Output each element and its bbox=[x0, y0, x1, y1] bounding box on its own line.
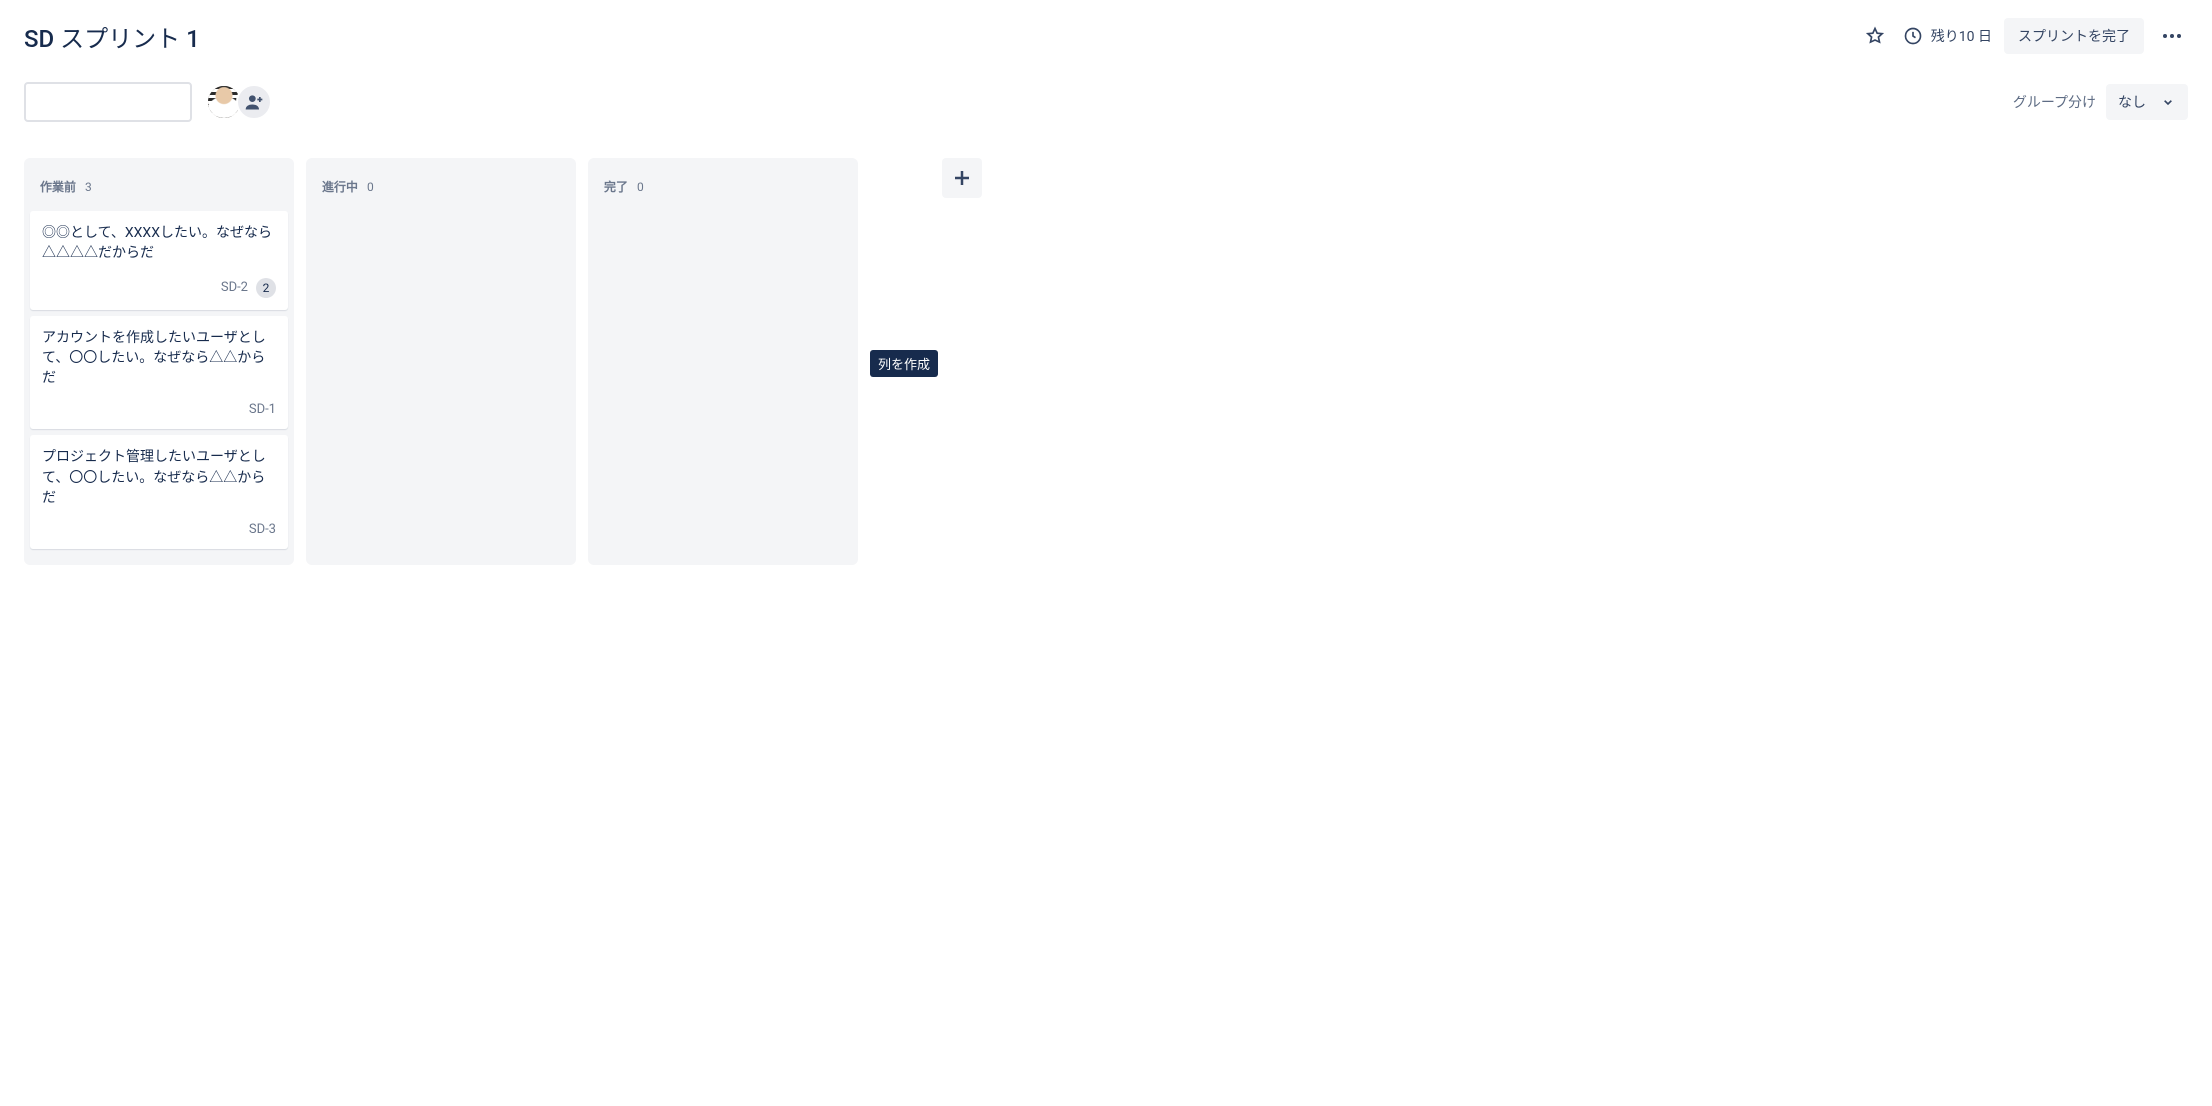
estimate-badge: 2 bbox=[256, 278, 276, 298]
column-title: 作業前 bbox=[40, 180, 76, 194]
card-footer: SD-1 bbox=[42, 402, 276, 417]
search-input[interactable] bbox=[34, 94, 215, 110]
more-icon bbox=[2160, 24, 2184, 48]
issue-key: SD-3 bbox=[249, 522, 276, 537]
card-footer: SD-3 bbox=[42, 522, 276, 537]
add-column-tooltip: 列を作成 bbox=[870, 350, 938, 377]
board-column-inprogress[interactable]: 進行中 0 bbox=[306, 158, 576, 565]
add-column-group: 列を作成 bbox=[870, 158, 982, 565]
column-title: 完了 bbox=[604, 180, 628, 194]
card-footer: SD-2 2 bbox=[42, 278, 276, 298]
column-title: 進行中 bbox=[322, 180, 358, 194]
issue-card[interactable]: アカウントを作成したいユーザとして、〇〇したい。なぜなら△△からだ SD-1 bbox=[30, 316, 288, 430]
complete-sprint-button[interactable]: スプリントを完了 bbox=[2004, 18, 2144, 54]
chevron-down-icon bbox=[2160, 94, 2176, 110]
star-button[interactable] bbox=[1859, 20, 1891, 52]
issue-key: SD-1 bbox=[249, 402, 276, 417]
star-icon bbox=[1865, 26, 1885, 46]
add-people-button[interactable] bbox=[236, 84, 272, 120]
column-header: 作業前 3 bbox=[30, 168, 288, 211]
sprint-title: SD スプリント 1 bbox=[24, 19, 200, 54]
group-by-value: なし bbox=[2118, 92, 2146, 112]
plus-icon bbox=[950, 166, 974, 190]
header-actions: 残り10 日 スプリントを完了 bbox=[1859, 18, 2188, 54]
assignee-filter-avatars bbox=[212, 84, 272, 120]
board-toolbar: グループ分け なし bbox=[24, 82, 2188, 122]
card-title: プロジェクト管理したいユーザとして、〇〇したい。なぜなら△△からだ bbox=[42, 447, 276, 508]
more-actions-button[interactable] bbox=[2156, 20, 2188, 52]
toolbar-right: グループ分け なし bbox=[2013, 84, 2188, 120]
board-header: SD スプリント 1 残り10 日 スプリントを完了 bbox=[24, 18, 2188, 54]
card-title: アカウントを作成したいユーザとして、〇〇したい。なぜなら△△からだ bbox=[42, 328, 276, 389]
column-count: 0 bbox=[367, 180, 374, 194]
column-header: 進行中 0 bbox=[312, 168, 570, 211]
column-count: 0 bbox=[637, 180, 644, 194]
add-column-button[interactable] bbox=[942, 158, 982, 198]
board-column-todo[interactable]: 作業前 3 ◎◎として、XXXXしたい。なぜなら△△△△だからだ SD-2 2 … bbox=[24, 158, 294, 565]
search-box[interactable] bbox=[24, 82, 192, 122]
group-by-select[interactable]: なし bbox=[2106, 84, 2188, 120]
group-by-label: グループ分け bbox=[2013, 92, 2096, 112]
card-title: ◎◎として、XXXXしたい。なぜなら△△△△だからだ bbox=[42, 223, 276, 264]
clock-icon bbox=[1903, 26, 1923, 46]
days-remaining-label: 残り10 日 bbox=[1931, 26, 1992, 46]
board: 作業前 3 ◎◎として、XXXXしたい。なぜなら△△△△だからだ SD-2 2 … bbox=[24, 158, 2188, 565]
column-count: 3 bbox=[85, 180, 92, 194]
column-header: 完了 0 bbox=[594, 168, 852, 211]
add-person-icon bbox=[244, 92, 264, 112]
board-column-done[interactable]: 完了 0 bbox=[588, 158, 858, 565]
issue-card[interactable]: ◎◎として、XXXXしたい。なぜなら△△△△だからだ SD-2 2 bbox=[30, 211, 288, 310]
days-remaining: 残り10 日 bbox=[1903, 26, 1992, 46]
issue-card[interactable]: プロジェクト管理したいユーザとして、〇〇したい。なぜなら△△からだ SD-3 bbox=[30, 435, 288, 549]
issue-key: SD-2 bbox=[221, 280, 248, 295]
